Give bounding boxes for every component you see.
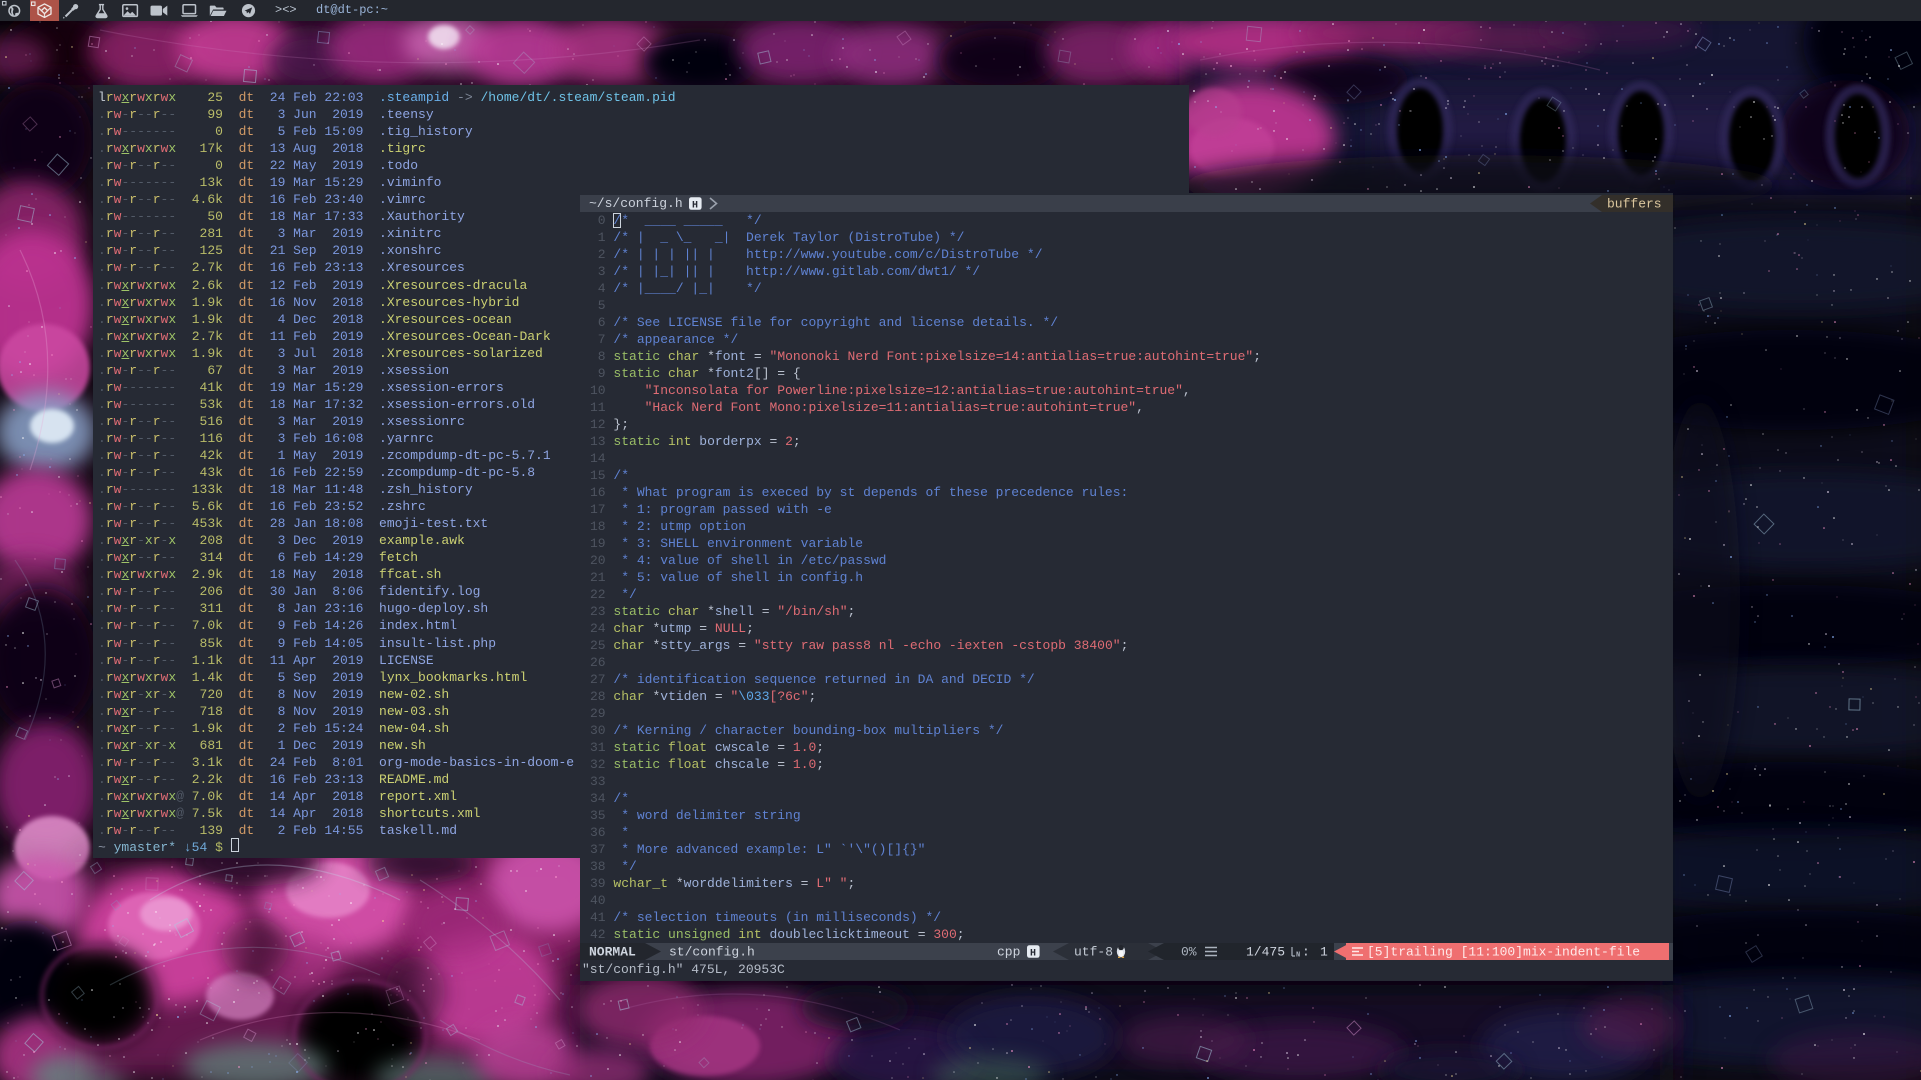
svg-text:buffers: buffers: [1607, 197, 1662, 212]
svg-text:utf-8: utf-8: [1074, 945, 1113, 960]
svg-text:H: H: [1030, 948, 1036, 959]
svg-text:H: H: [692, 200, 698, 211]
svg-text:st/config.h: st/config.h: [669, 945, 755, 960]
svg-text:1: 1: [1320, 945, 1328, 960]
svg-text:0%: 0%: [1181, 945, 1197, 960]
svg-text:NORMAL: NORMAL: [589, 945, 636, 960]
svg-text:[5]trailing [11:100]mix-indent: [5]trailing [11:100]mix-indent-file: [1367, 945, 1640, 960]
svg-text:N: N: [1296, 952, 1300, 960]
svg-text:cpp: cpp: [997, 945, 1020, 960]
svg-text:1/475: 1/475: [1246, 945, 1285, 960]
svg-text::: :: [1302, 945, 1310, 960]
